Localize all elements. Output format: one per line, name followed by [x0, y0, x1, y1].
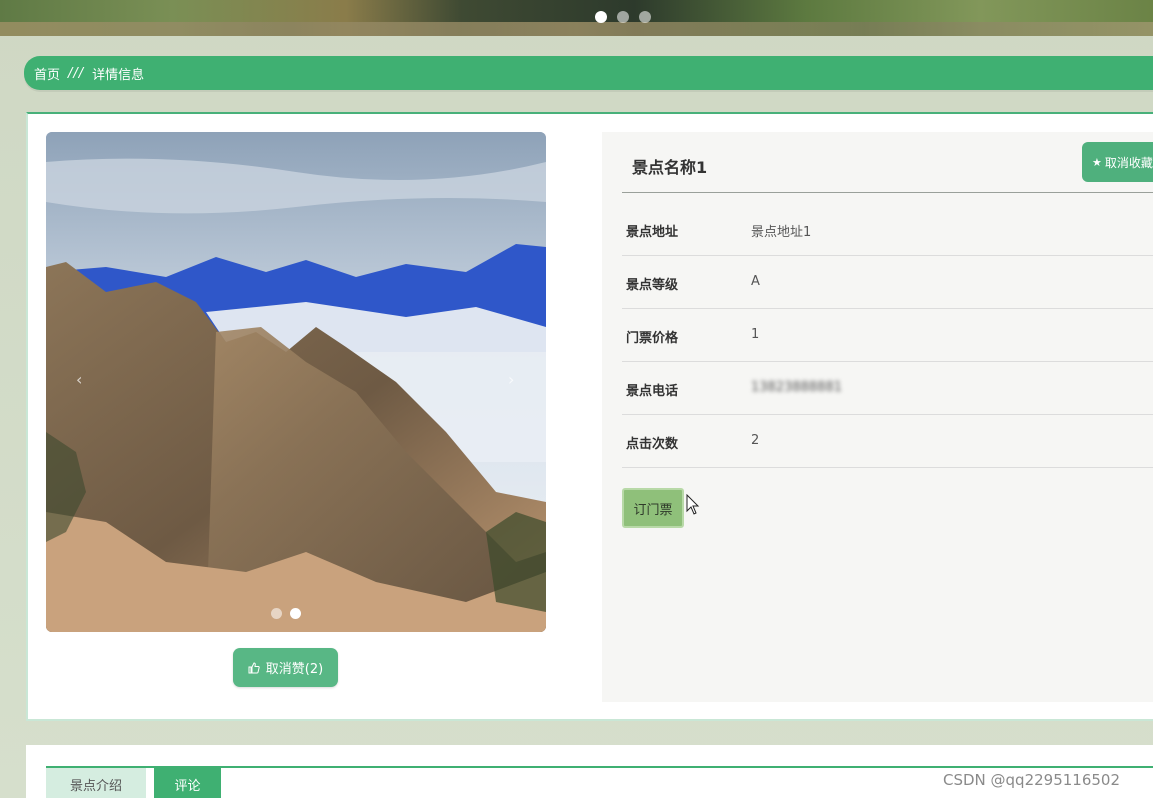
spot-title: 景点名称1	[632, 158, 708, 177]
tab-intro[interactable]: 景点介绍	[46, 768, 146, 798]
field-value: 景点地址1	[751, 225, 812, 240]
breadcrumb-home[interactable]: 首页	[34, 64, 60, 83]
banner-dot-3[interactable]	[639, 11, 651, 23]
banner-carousel-dots	[595, 11, 651, 23]
thumbs-up-icon	[248, 661, 260, 673]
field-row-address: 景点地址 景点地址1	[622, 203, 1153, 256]
star-icon: ★	[1092, 155, 1102, 169]
book-ticket-button[interactable]: 订门票	[622, 488, 684, 528]
image-gallery	[46, 132, 546, 632]
page: 首页 /// 详情信息 ‹ › 取消赞(2) 景点名称1 ★ 取消收藏 景点地址…	[0, 0, 1153, 798]
banner-dot-2[interactable]	[617, 11, 629, 23]
field-value: 1	[751, 327, 760, 342]
field-value: A	[751, 274, 760, 289]
gallery-dot-2[interactable]	[290, 608, 301, 619]
tab-comments[interactable]: 评论	[154, 768, 221, 798]
field-row-price: 门票价格 1	[622, 309, 1153, 362]
gallery-dot-1[interactable]	[271, 608, 282, 619]
field-value: 13823888881	[751, 380, 842, 395]
gallery-dots	[271, 608, 301, 619]
gallery-next-icon[interactable]: ›	[508, 370, 514, 389]
field-label: 门票价格	[626, 331, 679, 346]
breadcrumb-current: 详情信息	[92, 67, 145, 83]
scenic-photo	[46, 132, 546, 632]
top-banner	[0, 0, 1153, 36]
field-label: 景点电话	[626, 384, 679, 399]
field-row-level: 景点等级 A	[622, 256, 1153, 309]
breadcrumb-separator: ///	[68, 65, 85, 81]
field-value: 2	[751, 433, 760, 448]
banner-dot-1[interactable]	[595, 11, 607, 23]
field-label: 点击次数	[626, 437, 679, 452]
watermark: CSDN @qq2295116502	[943, 771, 1121, 789]
unfavorite-button[interactable]: ★ 取消收藏	[1082, 142, 1153, 182]
mouse-cursor-icon	[686, 494, 700, 515]
banner-image	[0, 22, 1153, 36]
field-row-phone: 景点电话 13823888881	[622, 362, 1153, 415]
title-divider	[622, 192, 1153, 193]
unlike-button[interactable]: 取消赞(2)	[233, 648, 338, 687]
field-label: 景点等级	[626, 278, 679, 293]
field-row-clicks: 点击次数 2	[622, 415, 1153, 468]
field-label: 景点地址	[626, 225, 679, 240]
breadcrumb: 首页 /// 详情信息	[24, 56, 1153, 90]
unlike-button-label: 取消赞(2)	[265, 662, 324, 677]
unfavorite-button-label: 取消收藏	[1104, 155, 1153, 170]
gallery-prev-icon[interactable]: ‹	[76, 370, 82, 389]
